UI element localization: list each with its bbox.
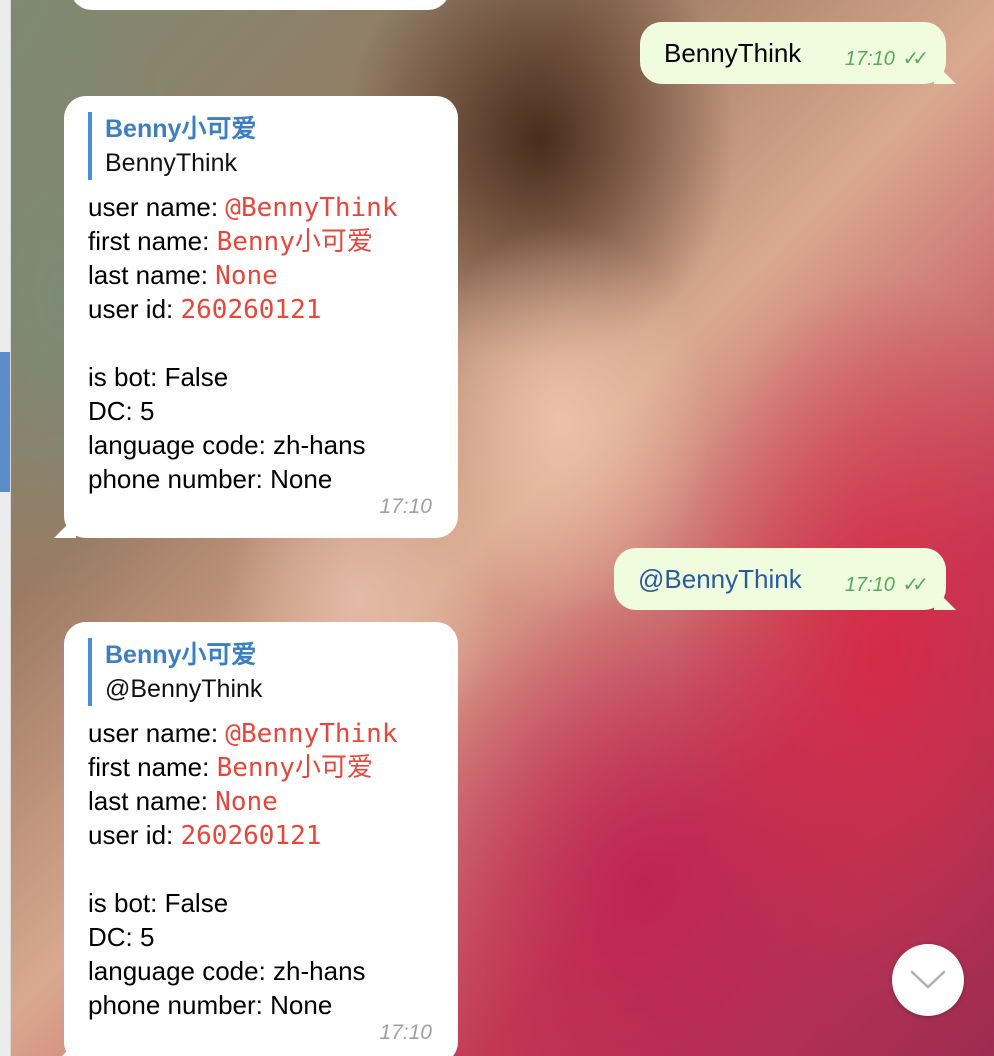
- info-line-language-code: language code: zh-hans: [88, 956, 366, 986]
- info-value[interactable]: @BennyThink: [225, 719, 397, 749]
- reply-author: Benny小可爱: [105, 641, 257, 669]
- selected-chat-indicator: [0, 352, 10, 492]
- chat-list-edge[interactable]: [0, 0, 11, 1056]
- info-line-language-code: language code: zh-hans: [88, 430, 366, 460]
- incoming-message[interactable]: Benny小可爱 BennyThink user name: @BennyThi…: [54, 96, 458, 538]
- message-body: user name: @BennyThink first name: Benny…: [88, 716, 397, 1022]
- outgoing-message[interactable]: @BennyThink 17:10 ✓✓: [614, 548, 956, 610]
- reply-author: Benny小可爱: [105, 115, 257, 143]
- info-value: Benny小可爱: [216, 753, 373, 783]
- double-check-icon: ✓✓: [902, 574, 928, 596]
- scroll-down-button[interactable]: [892, 944, 964, 1016]
- message-time: 17:10: [844, 48, 895, 70]
- info-line-user-id: user id: 260260121: [88, 294, 322, 325]
- info-line-user-name: user name: @BennyThink: [88, 192, 398, 223]
- message-meta: 17:10 ✓✓: [844, 574, 929, 596]
- chevron-down-icon: [910, 970, 946, 989]
- reply-quote[interactable]: Benny小可爱 BennyThink: [88, 112, 256, 180]
- info-value: None: [215, 787, 278, 817]
- reply-text: BennyThink: [105, 149, 238, 177]
- info-line-user-name: user name: @BennyThink: [88, 718, 398, 749]
- info-value: 260260121: [180, 821, 322, 851]
- previous-message-bubble[interactable]: [70, 0, 450, 10]
- info-line-last-name: last name: None: [88, 260, 278, 291]
- info-line-phone-number: phone number: None: [88, 990, 333, 1020]
- info-line-first-name: first name: Benny小可爱: [88, 226, 373, 257]
- info-line-dc: DC: 5: [88, 396, 155, 426]
- info-line-is-bot: is bot: False: [88, 362, 229, 392]
- message-time: 17:10: [379, 1021, 432, 1044]
- info-value[interactable]: @BennyThink: [225, 193, 397, 223]
- info-line-is-bot: is bot: False: [88, 888, 229, 918]
- info-value: None: [215, 261, 278, 291]
- info-line-user-id: user id: 260260121: [88, 820, 322, 851]
- info-line-first-name: first name: Benny小可爱: [88, 752, 373, 783]
- incoming-message[interactable]: Benny小可爱 @BennyThink user name: @BennyTh…: [54, 622, 458, 1056]
- message-time: 17:10: [379, 495, 432, 518]
- message-body: user name: @BennyThink first name: Benny…: [88, 190, 397, 496]
- message-mention-link[interactable]: @BennyThink: [638, 562, 802, 596]
- double-check-icon: ✓✓: [902, 48, 928, 70]
- outgoing-message[interactable]: BennyThink 17:10 ✓✓: [640, 22, 956, 84]
- info-value: Benny小可爱: [216, 227, 373, 257]
- reply-text: @BennyThink: [105, 675, 263, 703]
- message-time: 17:10: [844, 574, 895, 596]
- info-line-phone-number: phone number: None: [88, 464, 333, 494]
- info-line-last-name: last name: None: [88, 786, 278, 817]
- reply-quote[interactable]: Benny小可爱 @BennyThink: [88, 638, 262, 706]
- info-value: 260260121: [180, 295, 322, 325]
- message-text: BennyThink: [664, 38, 802, 68]
- info-line-dc: DC: 5: [88, 922, 155, 952]
- message-meta: 17:10 ✓✓: [844, 48, 929, 70]
